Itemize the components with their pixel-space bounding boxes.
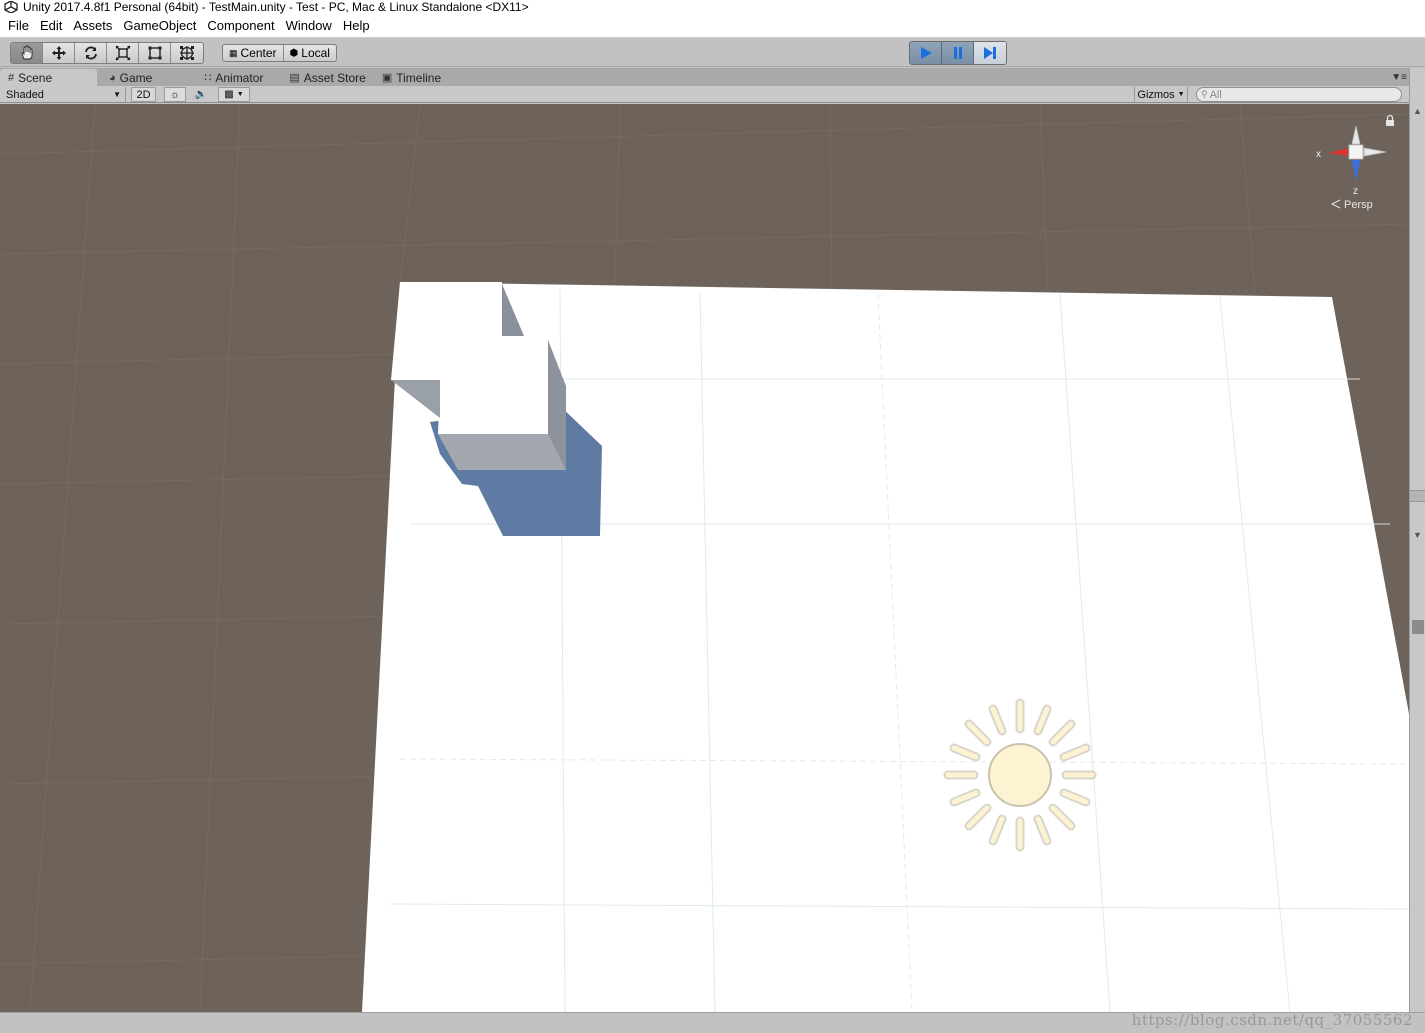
watermark-text: https://blog.csdn.net/qq_37055562 (1131, 1011, 1413, 1029)
menu-component[interactable]: Component (202, 18, 280, 33)
move-tool-button[interactable] (43, 43, 75, 63)
window-title: Unity 2017.4.8f1 Personal (64bit) - Test… (23, 0, 529, 14)
scroll-up-arrow-icon[interactable]: ▲ (1413, 106, 1422, 116)
tab-timeline[interactable]: ▣ Timeline (374, 69, 449, 86)
timeline-icon: ▣ (381, 72, 393, 84)
effects-dropdown[interactable]: ▩ ▼ (218, 87, 250, 102)
tab-game[interactable]: ◕ Game (101, 69, 160, 86)
pivot-rotation-label: Local (301, 46, 330, 60)
sun-icon: ☼ (169, 88, 181, 101)
play-controls (909, 41, 1007, 65)
dropdown-arrow-icon: ▼ (236, 91, 244, 98)
tab-asset-store-label: Asset Store (303, 70, 366, 85)
scene-viewport[interactable]: x z Persp (0, 104, 1409, 1012)
menu-help[interactable]: Help (338, 18, 376, 33)
unity-logo-icon (4, 1, 18, 13)
directional-light-sun-icon[interactable] (943, 698, 1097, 852)
status-bar: https://blog.csdn.net/qq_37055562 (0, 1011, 1425, 1033)
image-icon: ▩ (224, 89, 234, 100)
menu-bar: File Edit Assets GameObject Component Wi… (0, 14, 1425, 38)
title-bar: Unity 2017.4.8f1 Personal (64bit) - Test… (0, 0, 1425, 14)
hierarchy-search-input[interactable]: ⚲ All (1196, 87, 1402, 102)
gizmos-label: Gizmos (1137, 88, 1175, 101)
panel-divider (1410, 490, 1425, 502)
rect-icon (148, 46, 161, 60)
pivot-controls: ▦ Center ⬢ Local (222, 44, 337, 62)
gizmos-dropdown[interactable]: Gizmos ▼ (1134, 87, 1188, 102)
projection-label[interactable]: Persp (1344, 199, 1373, 211)
step-button[interactable] (974, 42, 1006, 64)
play-button[interactable] (910, 42, 942, 64)
menu-edit[interactable]: Edit (35, 18, 68, 33)
lighting-toggle-button[interactable]: ☼ (164, 87, 186, 102)
tab-scene-label: Scene (18, 70, 53, 85)
pivot-mode-label: Center (240, 46, 277, 60)
animator-icon: ∷ (204, 72, 212, 84)
transform-icon (180, 46, 194, 60)
z-axis-cone[interactable] (1352, 160, 1360, 182)
scene-toolbar: Shaded ▼ 2D ☼ 🔈 ▩ ▼ Gizmos ▼ ⚲ All (0, 86, 1410, 103)
menu-window[interactable]: Window (281, 18, 338, 33)
pause-icon (953, 47, 962, 59)
scroll-down-arrow-icon[interactable]: ▼ (1413, 530, 1422, 540)
tab-animator-label: Animator (215, 70, 264, 85)
tab-menu-icon[interactable]: ▼≡ (1391, 72, 1407, 83)
main-toolbar: ▦ Center ⬢ Local (0, 38, 1425, 67)
scrollbar-thumb[interactable] (1412, 620, 1424, 634)
hand-tool-button[interactable] (11, 43, 43, 63)
pause-button[interactable] (942, 42, 974, 64)
tab-timeline-label: Timeline (396, 70, 442, 85)
window-tab-bar: # Scene ◕ Game ∷ Animator ▤ Asset Store … (0, 68, 1410, 86)
transform-tool-button[interactable] (171, 43, 203, 63)
step-icon (984, 47, 996, 59)
audio-toggle-button[interactable]: 🔈 (190, 87, 212, 102)
search-placeholder: All (1209, 88, 1222, 101)
menu-file[interactable]: File (3, 18, 35, 33)
lock-icon[interactable] (1386, 114, 1394, 127)
pivot-center-icon: ▦ (229, 47, 238, 58)
front-cube-front (438, 434, 566, 470)
persp-chevron-icon (1330, 199, 1341, 209)
x-axis-cone[interactable] (1328, 148, 1348, 156)
move-icon (51, 46, 66, 60)
transform-tools (10, 42, 204, 64)
scale-tool-button[interactable] (107, 43, 139, 63)
store-icon: ▤ (289, 72, 300, 84)
menu-assets[interactable]: Assets (68, 18, 118, 33)
tab-scene[interactable]: # Scene (0, 69, 97, 86)
scene-canvas[interactable]: x z Persp (0, 104, 1409, 1012)
tab-asset-store[interactable]: ▤ Asset Store (281, 69, 373, 86)
dropdown-arrow-icon: ▼ (113, 90, 121, 99)
speaker-icon: 🔈 (194, 89, 208, 100)
dropdown-arrow-icon: ▼ (1177, 91, 1185, 98)
x-axis-label: x (1316, 149, 1321, 160)
toggle-2d-button[interactable]: 2D (131, 87, 156, 102)
search-icon: ⚲ (1201, 89, 1208, 99)
z-axis-label: z (1353, 186, 1358, 197)
tab-animator[interactable]: ∷ Animator (196, 69, 271, 86)
draw-mode-dropdown[interactable]: Shaded ▼ (6, 87, 126, 102)
scale-icon (115, 45, 130, 61)
play-icon (920, 47, 932, 59)
right-panel-edge: ▲ ▼ (1409, 68, 1425, 1012)
rotate-tool-button[interactable] (75, 43, 107, 63)
hand-icon (20, 45, 32, 60)
rect-tool-button[interactable] (139, 43, 171, 63)
toggle-2d-label: 2D (136, 88, 151, 101)
scene-orientation-gizmo[interactable]: x z (1316, 125, 1387, 197)
grid-icon: # (8, 71, 15, 84)
draw-mode-label: Shaded (6, 88, 44, 101)
pivot-rotation-button[interactable]: ⬢ Local (284, 45, 336, 61)
rotate-icon (84, 46, 97, 60)
tab-game-label: Game (119, 70, 153, 85)
menu-gameobject[interactable]: GameObject (118, 18, 202, 33)
pacman-icon: ◕ (109, 71, 116, 84)
pivot-mode-button[interactable]: ▦ Center (223, 45, 284, 61)
cube-icon: ⬢ (289, 47, 299, 59)
